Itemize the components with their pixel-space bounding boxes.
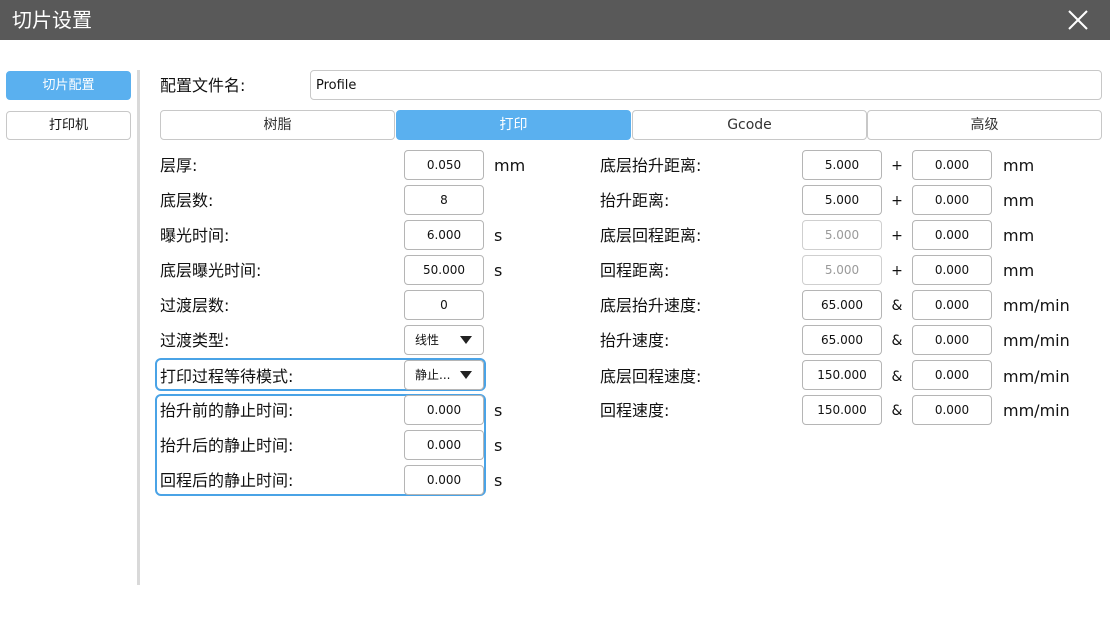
bottom-retract-speed-input[interactable] [802,360,882,390]
transition-type-value: 线性 [415,333,440,347]
retract-distance-unit: mm [1003,261,1035,280]
bottom-lift-distance-input[interactable] [802,150,882,180]
retract-distance-input-2[interactable] [912,255,992,285]
profile-name-input[interactable] [310,70,1102,100]
layer-height-unit: mm [494,156,526,175]
bottom-lift-distance-op: + [891,158,903,174]
exposure-time-input[interactable] [404,220,484,250]
exposure-time-unit: s [494,226,503,245]
bottom-exposure-time-label: 底层曝光时间: [160,261,262,280]
lift-distance-input-2[interactable] [912,185,992,215]
transition-layers-label: 过渡层数: [160,296,230,315]
bottom-lift-speed-input-2[interactable] [912,290,992,320]
bottom-layers-input[interactable] [404,185,484,215]
sidebar-item-slice-config[interactable]: 切片配置 [6,71,131,100]
bottom-lift-distance-label: 底层抬升距离: [600,156,702,175]
retract-speed-input-2[interactable] [912,395,992,425]
transition-layers-input[interactable] [404,290,484,320]
transition-type-select[interactable]: 线性 [404,325,484,355]
bottom-exposure-time-unit: s [494,261,503,280]
rest-after-lift-input[interactable] [404,430,484,460]
profile-name-label: 配置文件名: [160,76,246,95]
lift-distance-label: 抬升距离: [600,191,670,210]
wait-mode-select[interactable]: 静止... [404,360,484,390]
bottom-lift-speed-input[interactable] [802,290,882,320]
bottom-lift-speed-op: & [891,298,903,314]
tab-resin[interactable]: 树脂 [160,110,395,140]
lift-distance-unit: mm [1003,191,1035,210]
retract-distance-label: 回程距离: [600,261,670,280]
bottom-retract-distance-op: + [891,228,903,244]
rest-after-lift-label: 抬升后的静止时间: [160,436,294,455]
retract-speed-label: 回程速度: [600,401,670,420]
bottom-retract-distance-label: 底层回程距离: [600,226,702,245]
lift-distance-op: + [891,193,903,209]
lift-speed-input[interactable] [802,325,882,355]
sidebar-divider [137,70,140,585]
bottom-retract-speed-label: 底层回程速度: [600,367,702,386]
bottom-layers-label: 底层数: [160,191,214,210]
layer-height-label: 层厚: [160,156,198,175]
bottom-retract-speed-input-2[interactable] [912,360,992,390]
retract-distance-input [802,255,882,285]
retract-speed-input[interactable] [802,395,882,425]
retract-speed-op: & [891,403,903,419]
tab-print[interactable]: 打印 [396,110,631,140]
bottom-retract-distance-input [802,220,882,250]
bottom-retract-distance-input-2[interactable] [912,220,992,250]
lift-speed-label: 抬升速度: [600,331,670,350]
window-title: 切片设置 [12,8,92,32]
tab-advanced[interactable]: 高级 [867,110,1102,140]
wait-mode-value: 静止... [415,368,451,382]
lift-speed-unit: mm/min [1003,331,1070,350]
bottom-lift-distance-unit: mm [1003,156,1035,175]
chevron-down-icon [460,336,472,344]
close-icon [1068,10,1088,30]
lift-distance-input[interactable] [802,185,882,215]
rest-before-lift-input[interactable] [404,395,484,425]
close-button[interactable] [1062,4,1094,36]
bottom-lift-speed-label: 底层抬升速度: [600,296,702,315]
tab-gcode[interactable]: Gcode [632,110,867,140]
title-bar: 切片设置 [0,0,1110,40]
rest-before-lift-unit: s [494,401,503,420]
rest-before-lift-label: 抬升前的静止时间: [160,401,294,420]
chevron-down-icon [460,371,472,379]
layer-height-input[interactable] [404,150,484,180]
retract-distance-op: + [891,263,903,279]
bottom-retract-distance-unit: mm [1003,226,1035,245]
lift-speed-input-2[interactable] [912,325,992,355]
bottom-exposure-time-input[interactable] [404,255,484,285]
rest-after-retract-input[interactable] [404,465,484,495]
transition-type-label: 过渡类型: [160,331,230,350]
wait-mode-label: 打印过程等待模式: [160,367,294,386]
exposure-time-label: 曝光时间: [160,226,230,245]
rest-after-retract-label: 回程后的静止时间: [160,471,294,490]
sidebar-item-printer[interactable]: 打印机 [6,111,131,140]
rest-after-lift-unit: s [494,436,503,455]
bottom-retract-speed-unit: mm/min [1003,367,1070,386]
bottom-lift-distance-input-2[interactable] [912,150,992,180]
rest-after-retract-unit: s [494,471,503,490]
lift-speed-op: & [891,333,903,349]
bottom-lift-speed-unit: mm/min [1003,296,1070,315]
retract-speed-unit: mm/min [1003,401,1070,420]
bottom-retract-speed-op: & [891,369,903,385]
